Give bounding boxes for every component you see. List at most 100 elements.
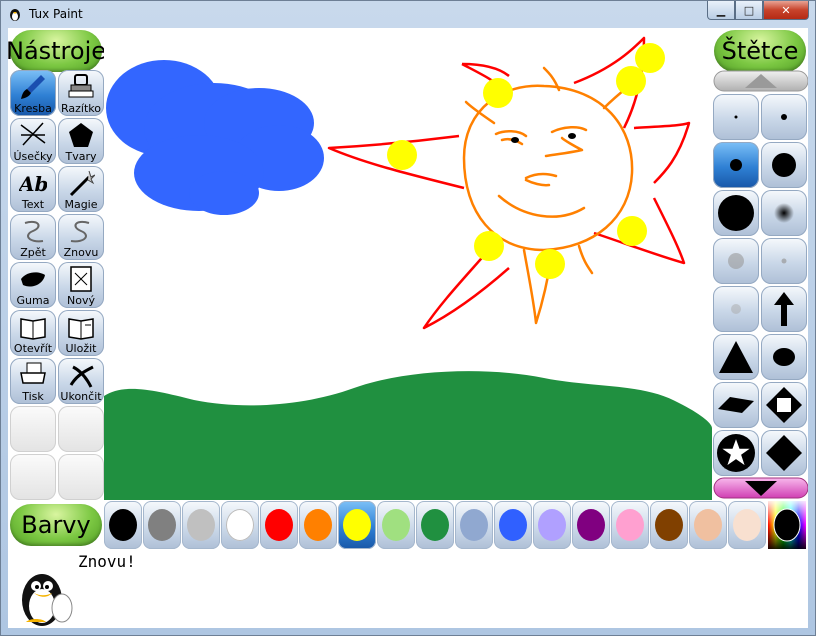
tool-ulo-it-button[interactable]: Uložit xyxy=(58,310,104,356)
faint-dot-icon xyxy=(731,304,741,314)
brush-12-button[interactable] xyxy=(761,334,807,380)
color-orange-button[interactable] xyxy=(299,501,337,549)
tool-otev-t-button[interactable]: Otevřít xyxy=(10,310,56,356)
drawing-canvas[interactable] xyxy=(104,28,712,500)
color-swatch xyxy=(499,509,527,541)
tool-label: Ukončit xyxy=(60,390,102,403)
tux-penguin-icon xyxy=(22,574,73,626)
tool-kresba-button[interactable]: Kresba xyxy=(10,70,56,116)
empty-tool-slot xyxy=(58,406,104,452)
tool-label: Kresba xyxy=(14,102,52,115)
tool-tisk-button[interactable]: Tisk xyxy=(10,358,56,404)
color-yellow-button[interactable] xyxy=(338,501,376,549)
arrow-up-icon xyxy=(774,292,794,326)
brush-scroll-up-button[interactable] xyxy=(713,70,808,92)
dot-large-icon xyxy=(772,153,796,177)
color-lavender-button[interactable] xyxy=(533,501,571,549)
tool-label: Tvary xyxy=(65,150,97,163)
soft-dot-icon xyxy=(728,253,744,269)
color-white-button[interactable] xyxy=(221,501,259,549)
brush-16-button[interactable] xyxy=(761,430,807,476)
brush-5-button[interactable] xyxy=(713,190,759,236)
brush-10-button[interactable] xyxy=(761,286,807,332)
tux-paint-window: Tux Paint ▁ □ ✕ Nástroje Kresba Razítko Ús… xyxy=(0,0,816,636)
brush-scroll-down-button[interactable] xyxy=(713,477,808,499)
color-black-button[interactable] xyxy=(104,501,142,549)
color-dark-gray-button[interactable] xyxy=(143,501,181,549)
tux-app-icon xyxy=(10,9,20,21)
star-icon xyxy=(717,434,755,472)
brushes-header: Štětce xyxy=(714,30,806,72)
tool-label: Razítko xyxy=(61,102,101,115)
status-message: Znovu! xyxy=(78,552,136,571)
brush-3-button[interactable] xyxy=(713,142,759,188)
brush-9-button[interactable] xyxy=(713,286,759,332)
tool-label: Magie xyxy=(64,198,98,211)
green-hill-drawing xyxy=(104,371,712,500)
brush-13-button[interactable] xyxy=(713,382,759,428)
color-swatch xyxy=(109,509,137,541)
minimize-icon: ▁ xyxy=(716,3,726,17)
color-blue-button[interactable] xyxy=(494,501,532,549)
color-red-button[interactable] xyxy=(260,501,298,549)
tool-guma-button[interactable]: Guma xyxy=(10,262,56,308)
tool-magie-button[interactable]: Magie xyxy=(58,166,104,212)
color-swatch xyxy=(226,509,254,541)
tool-label: Text xyxy=(21,198,45,211)
brush-14-button[interactable] xyxy=(761,382,807,428)
color-sky-blue-button[interactable] xyxy=(455,501,493,549)
brush-11-button[interactable] xyxy=(713,334,759,380)
maximize-button[interactable]: □ xyxy=(735,1,763,20)
undo-icon xyxy=(24,221,44,243)
color-pink-button[interactable] xyxy=(611,501,649,549)
empty-tool-slot xyxy=(58,454,104,500)
color-light-gray-button[interactable] xyxy=(182,501,220,549)
eraser-icon xyxy=(21,272,45,287)
color-green-button[interactable] xyxy=(416,501,454,549)
color-swatch xyxy=(343,509,371,541)
tool-label: Guma xyxy=(16,294,50,307)
brush-6-button[interactable] xyxy=(761,190,807,236)
empty-tool-slot xyxy=(10,454,56,500)
tool-label: Nový xyxy=(67,294,95,307)
brush-1-button[interactable] xyxy=(713,94,759,140)
tool-ukon-it-button[interactable]: Ukončit xyxy=(58,358,104,404)
color-tan-button[interactable] xyxy=(689,501,727,549)
brush-15-button[interactable] xyxy=(713,430,759,476)
brush-7-button[interactable] xyxy=(713,238,759,284)
color-brown-button[interactable] xyxy=(650,501,688,549)
color-purple-button[interactable] xyxy=(572,501,610,549)
tool-raz-tko-button[interactable]: Razítko xyxy=(58,70,104,116)
color-swatch xyxy=(733,509,761,541)
tool-label: Tisk xyxy=(22,390,44,403)
tool-nov--button[interactable]: Nový xyxy=(58,262,104,308)
svg-text:Abc: Abc xyxy=(19,172,47,196)
tool-label: Otevřít xyxy=(13,342,53,355)
minimize-button[interactable]: ▁ xyxy=(707,1,735,20)
brush-4-button[interactable] xyxy=(761,142,807,188)
brush-2-button[interactable] xyxy=(761,94,807,140)
close-icon: ✕ xyxy=(781,3,791,17)
color-swatch xyxy=(265,509,293,541)
color-swatch xyxy=(655,509,683,541)
dot-tiny-icon xyxy=(734,115,738,119)
tool-label: Znovu xyxy=(63,246,99,259)
window-title: Tux Paint xyxy=(29,7,83,21)
brush-8-button[interactable] xyxy=(761,238,807,284)
close-button[interactable]: ✕ xyxy=(763,1,809,20)
color-light-green-button[interactable] xyxy=(377,501,415,549)
paintbrush-icon xyxy=(21,75,45,99)
tool-znovu-button[interactable]: Znovu xyxy=(58,214,104,260)
tool-text-button[interactable]: Abc Text xyxy=(10,166,56,212)
tool--se-ky-button[interactable]: Úsečky xyxy=(10,118,56,164)
color-swatch xyxy=(694,509,722,541)
tool-zp-t-button[interactable]: Zpět xyxy=(10,214,56,260)
color-swatch xyxy=(421,509,449,541)
tool-tvary-button[interactable]: Tvary xyxy=(58,118,104,164)
color-picker-rainbow-button[interactable] xyxy=(768,501,806,549)
new-page-icon xyxy=(70,266,92,292)
color-beige-button[interactable] xyxy=(728,501,766,549)
title-bar[interactable]: Tux Paint ▁ □ ✕ xyxy=(1,1,815,27)
triangle-icon xyxy=(719,341,753,373)
magic-wand-icon xyxy=(69,170,95,197)
